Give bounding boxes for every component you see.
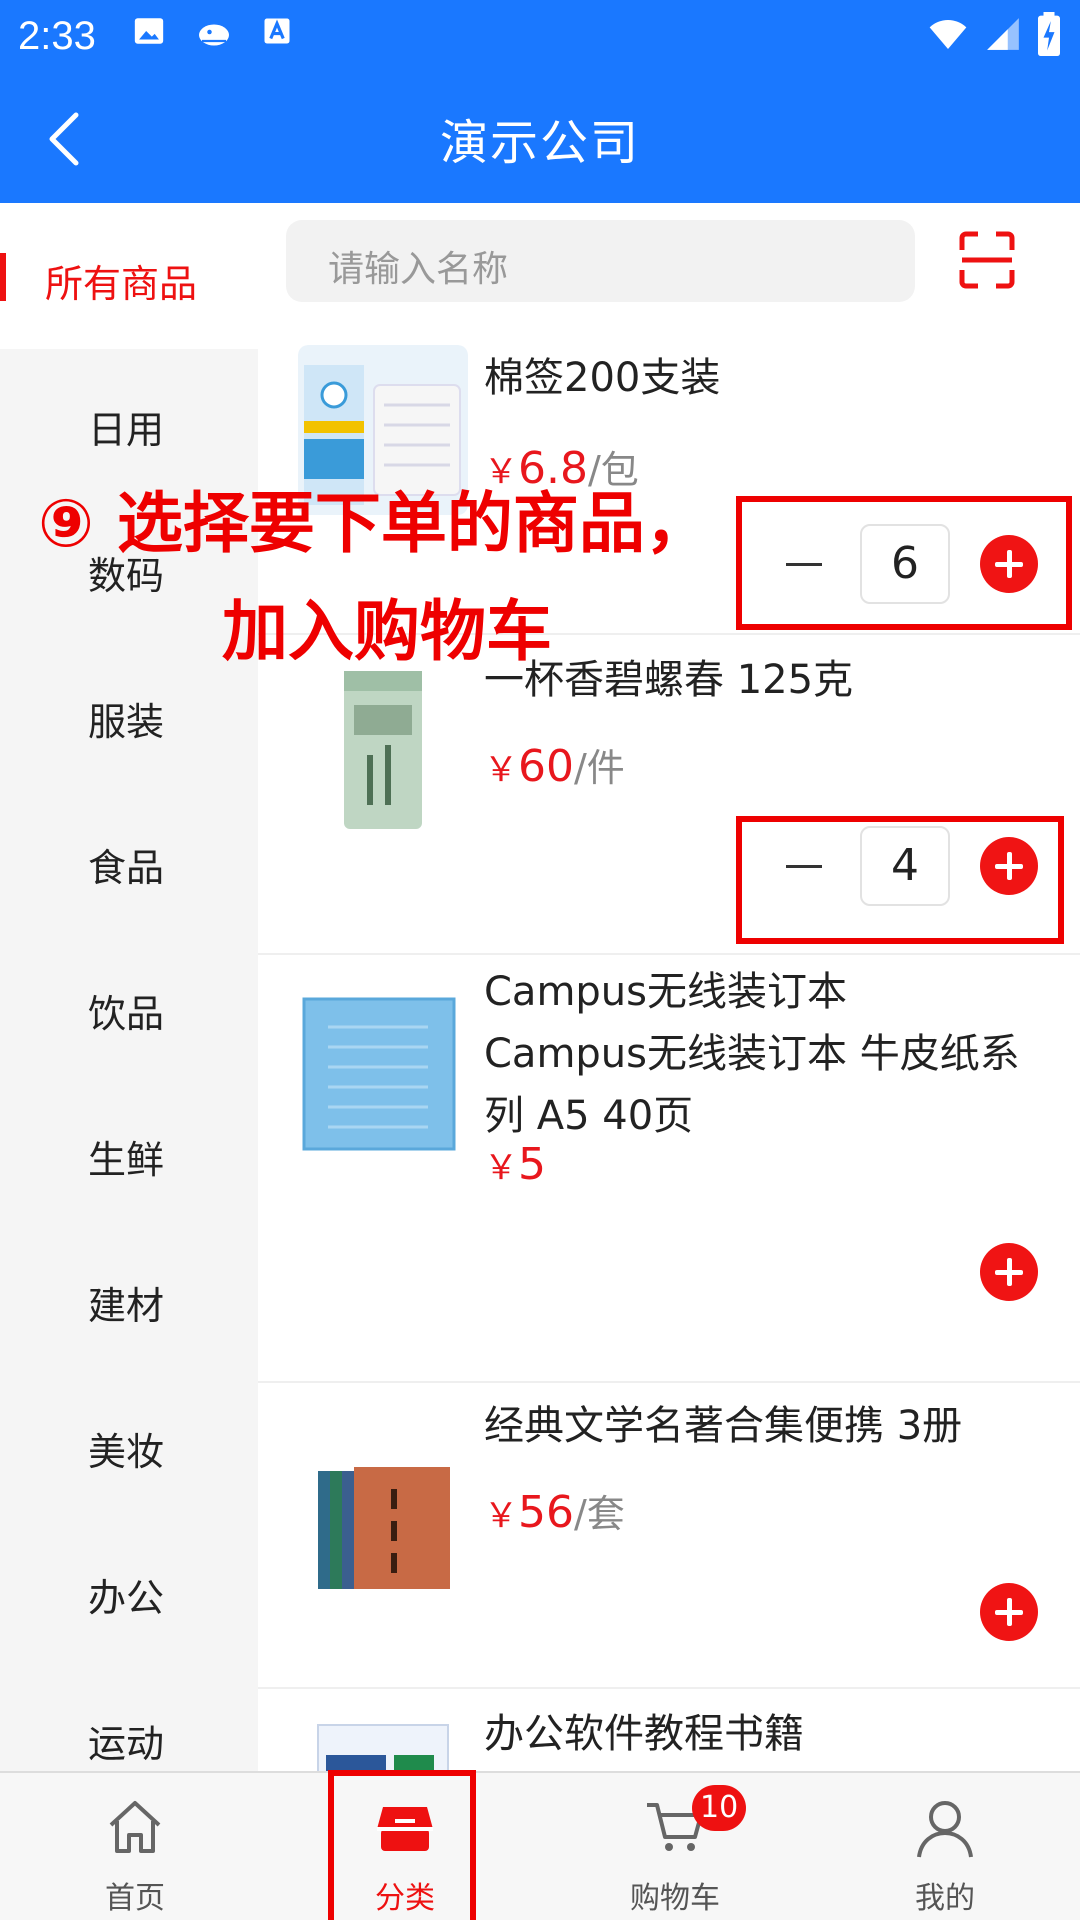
notification-icons xyxy=(132,14,292,50)
sidebar-item-beauty[interactable]: 美妆 xyxy=(0,1371,258,1517)
sidebar-item-label: 饮品 xyxy=(88,992,165,1036)
sidebar-item-all[interactable]: 所有商品 xyxy=(0,203,258,349)
page-title: 演示公司 xyxy=(439,115,640,171)
sidebar-item-label: 服装 xyxy=(88,700,165,744)
wifi-icon xyxy=(929,20,967,49)
tab-profile[interactable]: 我的 xyxy=(810,1773,1080,1922)
add-button[interactable] xyxy=(980,1243,1038,1301)
sidebar-item-label: 日用 xyxy=(88,408,165,452)
sidebar-item-label: 所有商品 xyxy=(45,262,198,306)
tab-label: 我的 xyxy=(915,1881,975,1916)
sidebar-item-drinks[interactable]: 饮品 xyxy=(0,933,258,1079)
a-letter-icon xyxy=(264,18,290,44)
sidebar-item-label: 办公 xyxy=(88,1576,165,1620)
sidebar-item-clothing[interactable]: 服装 xyxy=(0,641,258,787)
tab-label: 首页 xyxy=(105,1881,165,1916)
bottom-tab-bar: 首页 分类 10 购物车 我的 xyxy=(0,1771,1080,1920)
product-price: ￥56/套 xyxy=(484,1487,625,1538)
image-icon xyxy=(134,18,164,44)
highlight-box-qty-1 xyxy=(736,496,1072,630)
annotation-text-line2: 加入购物车 xyxy=(222,593,552,670)
highlight-box-tab xyxy=(328,1770,476,1920)
cart-count-badge: 10 xyxy=(692,1785,747,1831)
status-time: 2:33 xyxy=(18,14,96,58)
tab-cart[interactable]: 10 购物车 xyxy=(540,1773,810,1922)
product-name: 办公软件教程书籍 xyxy=(484,1711,804,1757)
sidebar-item-fresh[interactable]: 生鲜 xyxy=(0,1079,258,1225)
sidebar-item-label: 生鲜 xyxy=(88,1138,165,1182)
add-button[interactable] xyxy=(980,1583,1038,1641)
product-description: Campus无线装订本 牛皮纸系列 A5 40页 xyxy=(484,1031,1020,1139)
product-name: 一杯香碧螺春 125克 xyxy=(484,657,854,703)
product-item[interactable]: 经典文学名著合集便携 3册 ￥56/套 xyxy=(258,1383,1080,1689)
signal-icon xyxy=(987,18,1019,50)
product-name: 棉签200支装 xyxy=(484,355,721,401)
scan-icon[interactable] xyxy=(958,230,1016,290)
app-bar: 演示公司 xyxy=(0,75,1080,203)
product-price: ￥60/件 xyxy=(484,741,625,792)
product-image xyxy=(298,1719,468,1771)
product-price: ￥5 xyxy=(484,1139,546,1190)
system-icons xyxy=(926,12,1062,56)
product-item[interactable]: 办公软件教程书籍 xyxy=(258,1689,1080,1771)
home-icon xyxy=(109,1801,161,1853)
sidebar-item-label: 食品 xyxy=(88,846,165,890)
user-icon xyxy=(917,1801,973,1858)
battery-icon xyxy=(1038,12,1060,56)
search-input[interactable]: 请输入名称 xyxy=(286,220,915,302)
sidebar-item-sports[interactable]: 运动 xyxy=(0,1663,258,1771)
product-image xyxy=(298,665,468,835)
annotation-text-line1: ⑨ 选择要下单的商品， xyxy=(38,485,711,562)
status-bar: 2:33 xyxy=(0,0,1080,75)
sidebar-item-building[interactable]: 建材 xyxy=(0,1225,258,1371)
product-item[interactable]: Campus无线装订本 Campus无线装订本 牛皮纸系列 A5 40页 ￥5 xyxy=(258,955,1080,1383)
tab-home[interactable]: 首页 xyxy=(0,1773,270,1922)
tab-label: 购物车 xyxy=(630,1881,720,1916)
app-mascot-icon xyxy=(199,24,229,46)
sidebar-item-label: 建材 xyxy=(88,1284,165,1328)
product-name: 经典文学名著合集便携 3册 xyxy=(484,1403,963,1449)
sidebar-item-label: 运动 xyxy=(88,1722,165,1766)
product-image xyxy=(298,987,468,1157)
sidebar-item-label: 美妆 xyxy=(88,1430,165,1474)
product-name: Campus无线装订本 Campus无线装订本 牛皮纸系列 A5 40页 xyxy=(484,961,1050,1147)
highlight-box-qty-2 xyxy=(736,816,1064,944)
sidebar-item-office[interactable]: 办公 xyxy=(0,1517,258,1663)
sidebar-item-food[interactable]: 食品 xyxy=(0,787,258,933)
category-sidebar: 所有商品 日用 数码 服装 食品 饮品 生鲜 建材 美妆 办公 运动 xyxy=(0,203,258,1771)
product-image xyxy=(298,1441,468,1611)
active-indicator xyxy=(0,253,6,301)
